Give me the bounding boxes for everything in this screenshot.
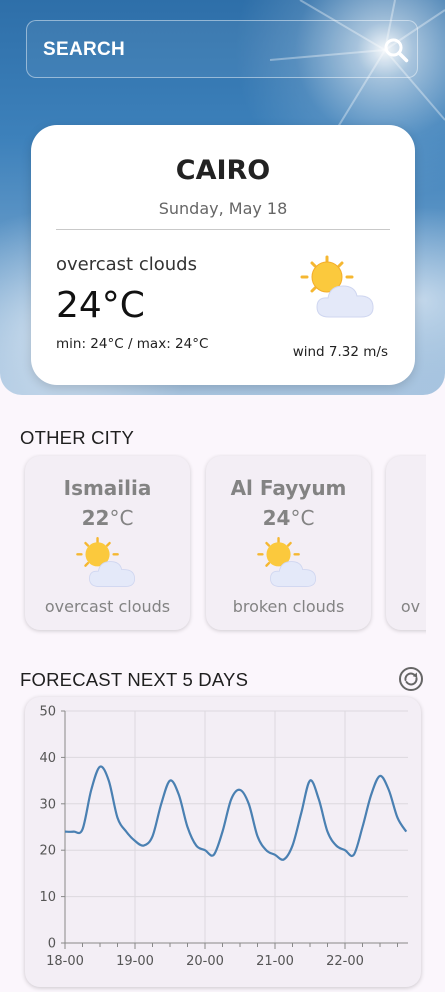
city-card-name: Ismailia (63, 476, 152, 500)
partly-cloudy-icon (76, 537, 135, 587)
search-icon[interactable] (383, 37, 409, 63)
wind-speed: wind 7.32 m/s (292, 344, 388, 360)
current-temperature: 24°C (56, 285, 145, 326)
city-card[interactable]: ov (386, 456, 426, 630)
other-city-title: OTHER CITY (20, 427, 135, 448)
forecast-chart: 0 10 20 30 40 50 18-00 19-00 20-00 21-00 22-00 (39, 705, 408, 969)
search-bar (26, 20, 418, 79)
x-tick-label: 22-00 (326, 954, 364, 969)
divider (56, 229, 390, 230)
y-tick-label: 40 (39, 751, 56, 766)
current-date: Sunday, May 18 (158, 199, 288, 218)
x-tick-label: 20-00 (186, 954, 224, 969)
city-card-name: Al Fayyum (230, 476, 347, 500)
forecast-title: FORECAST NEXT 5 DAYS (20, 669, 249, 690)
city-card-temperature: 22°C (81, 506, 134, 530)
city-name: CAIRO (175, 155, 271, 186)
forecast-series-line (64, 765, 408, 861)
partly-cloudy-icon (257, 537, 316, 587)
partly-cloudy-icon (300, 255, 374, 318)
x-tick-label: 18-00 (46, 954, 84, 969)
search-input[interactable] (41, 21, 365, 79)
forecast-chart-card: 0 10 20 30 40 50 18-00 19-00 20-00 21-00 22-00 (25, 697, 421, 987)
refresh-icon[interactable] (398, 666, 424, 692)
city-card-description: ov (400, 597, 421, 616)
x-tick-label: 21-00 (256, 954, 294, 969)
y-tick-label: 30 (39, 797, 56, 812)
x-tick-label: 19-00 (116, 954, 154, 969)
other-cities-carousel[interactable]: Ismailia 22°C overcast clouds Al Fayyum … (0, 454, 426, 636)
city-card[interactable]: Ismailia 22°C overcast clouds (25, 456, 190, 630)
city-card-description: overcast clouds (44, 597, 171, 616)
y-tick-label: 20 (39, 844, 56, 859)
y-tick-label: 0 (48, 937, 56, 952)
hero-background: CAIRO Sunday, May 18 overcast clouds 24°… (0, 0, 445, 395)
y-tick-label: 50 (39, 705, 56, 720)
y-tick-label: 10 (39, 890, 56, 905)
city-card-temperature: 24°C (262, 506, 315, 530)
min-max-temperature: min: 24°C / max: 24°C (56, 336, 209, 352)
current-weather-card: CAIRO Sunday, May 18 overcast clouds 24°… (31, 125, 415, 385)
weather-description: overcast clouds (56, 254, 197, 275)
